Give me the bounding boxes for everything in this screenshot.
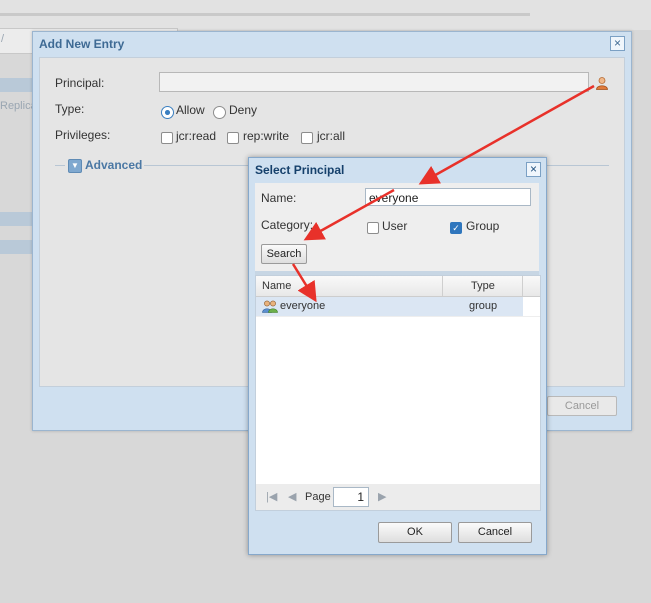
type-label: Type: xyxy=(55,102,85,116)
jcr-read-label: jcr:read xyxy=(176,129,217,143)
row-name: everyone xyxy=(280,300,326,312)
results-grid: Name Type everyone group xyxy=(255,275,541,486)
jcr-all-label: jcr:all xyxy=(317,129,346,143)
column-header-type[interactable]: Type xyxy=(471,280,495,292)
user-picker-icon[interactable] xyxy=(595,76,609,90)
advanced-divider xyxy=(55,165,65,166)
select-principal-dialog: Select Principal × Name: everyone Catego… xyxy=(248,157,547,555)
group-label: Group xyxy=(466,219,500,233)
group-checkbox[interactable]: ✓ xyxy=(450,222,462,234)
category-label: Category: xyxy=(261,218,314,232)
dialog-title: Add New Entry xyxy=(39,37,125,51)
name-label: Name: xyxy=(261,191,297,205)
advanced-label[interactable]: Advanced xyxy=(85,158,142,172)
search-button[interactable]: Search xyxy=(261,244,307,264)
prev-page-icon[interactable]: ◀ xyxy=(288,490,296,503)
jcr-all-checkbox[interactable] xyxy=(301,132,313,144)
privileges-label: Privileges: xyxy=(55,128,111,142)
name-input[interactable]: everyone xyxy=(365,188,531,206)
paging-toolbar: |◀ ◀ Page 1 ▶ xyxy=(255,484,541,511)
rep-write-checkbox[interactable] xyxy=(227,132,239,144)
rep-write-label: rep:write xyxy=(243,129,290,143)
principal-search-form: Name: everyone Category: User ✓ Group Se… xyxy=(255,183,539,271)
grid-header: Name Type xyxy=(256,276,540,297)
close-button[interactable]: × xyxy=(610,36,625,51)
allow-label: Allow xyxy=(176,103,205,117)
background-divider xyxy=(0,13,530,16)
jcr-read-checkbox[interactable] xyxy=(161,132,173,144)
allow-radio[interactable] xyxy=(161,106,174,119)
deny-radio[interactable] xyxy=(213,106,226,119)
column-separator[interactable] xyxy=(522,276,523,296)
ok-button[interactable]: OK xyxy=(378,522,452,543)
page-number-input[interactable]: 1 xyxy=(333,487,369,507)
dialog-title: Select Principal xyxy=(255,163,345,177)
row-type: group xyxy=(469,300,498,312)
deny-label: Deny xyxy=(229,103,258,117)
next-page-icon[interactable]: ▶ xyxy=(378,490,386,503)
group-icon xyxy=(262,300,278,313)
close-icon: × xyxy=(613,36,621,50)
close-icon: × xyxy=(529,162,537,176)
checkmark-icon: ✓ xyxy=(452,223,460,233)
cancel-button[interactable]: Cancel xyxy=(458,522,532,543)
table-row[interactable]: everyone group xyxy=(256,297,523,316)
cancel-button[interactable]: Cancel xyxy=(547,396,617,416)
close-button[interactable]: × xyxy=(526,162,541,177)
background-tab-text: / xyxy=(1,33,5,45)
first-page-icon[interactable]: |◀ xyxy=(266,490,277,503)
advanced-toggle[interactable]: ▼ xyxy=(68,159,82,173)
principal-label: Principal: xyxy=(55,76,105,90)
column-header-name[interactable]: Name xyxy=(262,280,291,292)
user-checkbox[interactable] xyxy=(367,222,379,234)
chevron-down-icon: ▼ xyxy=(71,161,79,170)
column-separator[interactable] xyxy=(442,276,443,296)
principal-input[interactable] xyxy=(159,72,589,92)
row-divider xyxy=(256,316,540,317)
user-label: User xyxy=(382,219,408,233)
page-label: Page xyxy=(305,491,331,503)
